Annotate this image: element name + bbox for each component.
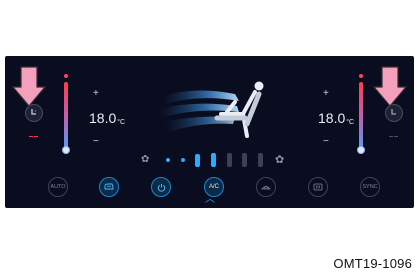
left-temp-hot-indicator <box>64 74 68 78</box>
right-temp-unit: °C <box>346 119 355 126</box>
fan-high-icon[interactable]: ✿ <box>275 153 284 166</box>
fan-low-icon[interactable]: ✿ <box>141 154 149 165</box>
callout-arrow-left-icon <box>12 66 46 107</box>
right-seat-heat-level <box>389 124 399 142</box>
right-temp-knob[interactable] <box>357 146 365 154</box>
right-temp-value: 18.0 <box>318 110 346 126</box>
fan-level-4[interactable] <box>211 153 216 167</box>
auto-button[interactable]: AUTO <box>48 177 68 197</box>
right-temp-hot-indicator <box>359 74 363 78</box>
fan-level-6[interactable] <box>242 153 247 167</box>
ac-button-label: A/C <box>208 184 219 190</box>
sync-button-label: SYNC <box>362 184 378 190</box>
callout-arrow-right-icon <box>373 66 407 107</box>
rear-defrost-button[interactable] <box>308 177 328 197</box>
front-defrost-button[interactable] <box>256 177 276 197</box>
fan-level-5[interactable] <box>227 153 232 167</box>
recirculation-button[interactable] <box>99 177 119 197</box>
right-temp-readout: 18.0°C <box>318 110 354 126</box>
right-temp-minus-button[interactable]: − <box>323 136 329 147</box>
climate-control-panel: + 18.0°C − ✿ ✿ + 18.0°C − AUTO A/C SYNC … <box>5 56 414 208</box>
right-temp-bar[interactable] <box>359 82 363 154</box>
left-temp-unit: °C <box>117 119 126 126</box>
auto-button-label: AUTO <box>50 184 66 190</box>
front-defrost-icon <box>261 186 271 190</box>
airflow-seat-graphic <box>159 81 264 138</box>
left-temp-value: 18.0 <box>89 110 117 126</box>
left-temp-minus-button[interactable]: − <box>93 136 99 147</box>
recirculation-icon <box>104 183 114 190</box>
left-temp-knob[interactable] <box>62 146 70 154</box>
left-temp-readout: 18.0°C <box>89 110 125 126</box>
right-temp-plus-button[interactable]: + <box>323 88 329 99</box>
fan-level-3[interactable] <box>195 154 200 167</box>
left-seat-heat-level <box>29 124 39 142</box>
fan-level-2[interactable] <box>181 158 185 162</box>
expand-chevron-icon[interactable]: ︿ <box>205 195 215 205</box>
power-icon <box>157 183 165 192</box>
rear-defrost-icon <box>313 183 323 191</box>
seat-heat-icon <box>391 109 396 115</box>
fan-level-7[interactable] <box>258 153 263 167</box>
seat-heat-icon <box>31 109 36 115</box>
sync-button[interactable]: SYNC <box>360 177 380 197</box>
left-temp-bar[interactable] <box>64 82 68 154</box>
fan-level-1[interactable] <box>166 158 170 162</box>
power-button[interactable] <box>151 177 171 197</box>
figure-caption: OMT19-1096 <box>333 256 412 271</box>
figure-head-icon <box>254 81 264 91</box>
left-temp-plus-button[interactable]: + <box>93 88 99 99</box>
